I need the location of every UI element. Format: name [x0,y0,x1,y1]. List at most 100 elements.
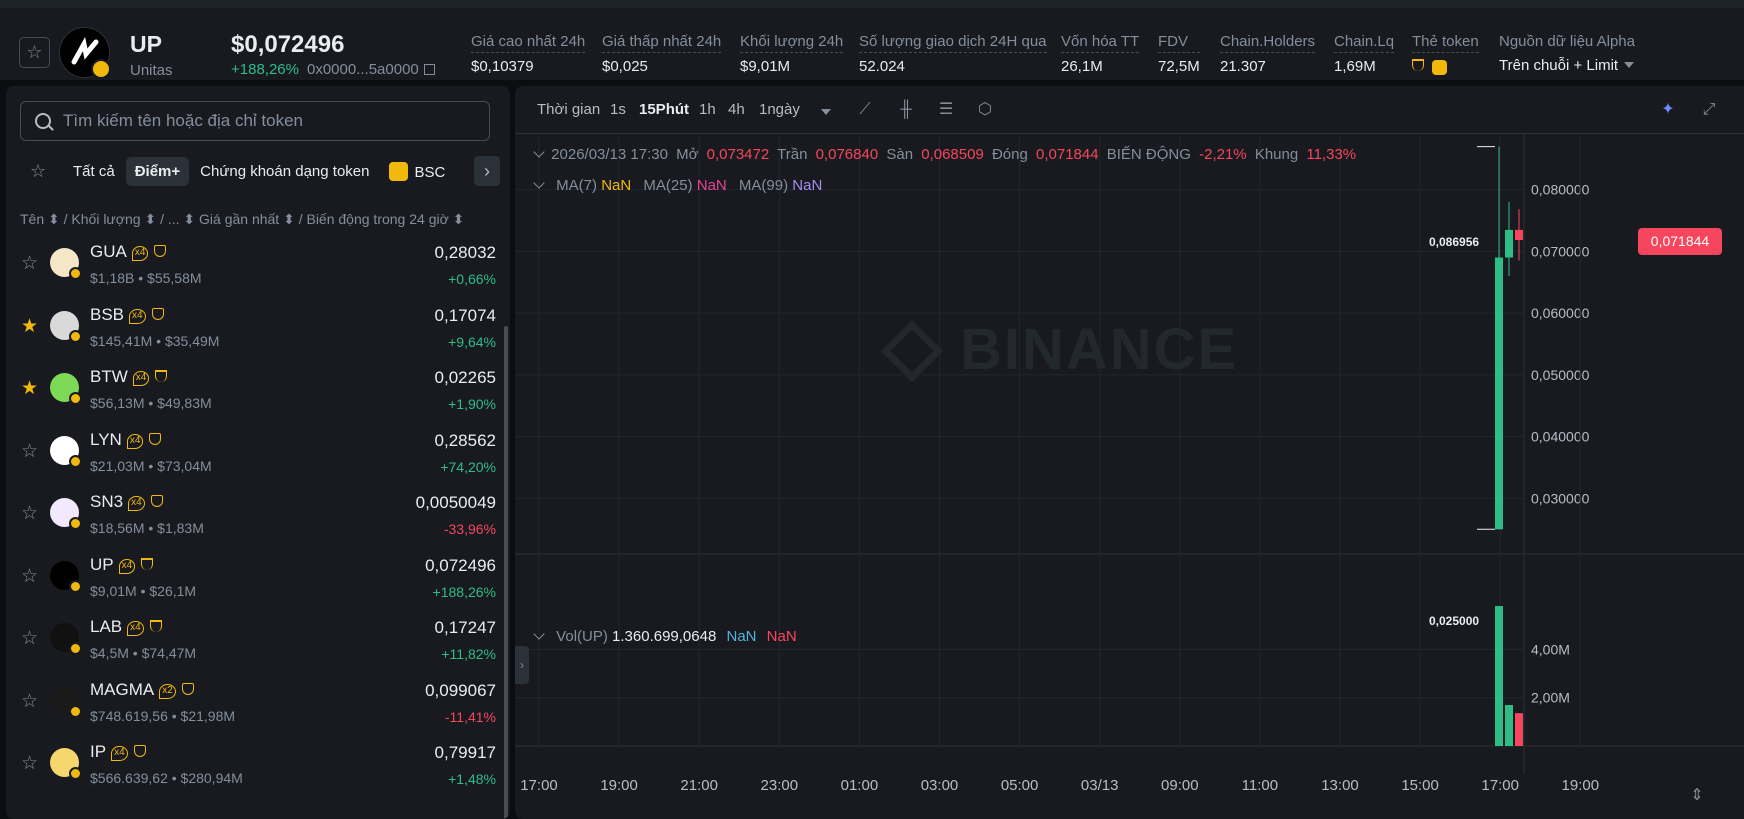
favorite-star-icon[interactable]: ☆ [21,502,38,525]
token-change: +1,48% [448,771,496,787]
favorite-star-icon[interactable]: ★ [21,377,38,400]
token-logo-icon [50,748,82,780]
token-row[interactable]: ☆ MAGMA x2 $748.619,56 • $21,98M 0,099067 -11… [6,672,496,735]
interval-1s[interactable]: 1s [610,101,626,118]
candle-body [1505,229,1513,258]
bnb-badge-icon [69,454,82,468]
x-tick-label: 05:00 [1001,777,1039,794]
bnb-badge-icon [69,767,82,780]
bsc-icon [389,161,409,181]
stat-chain-lq: Chain.Lq 1,69M [1334,33,1395,75]
stat-label: Giá thấp nhất 24h [602,33,722,53]
favorite-star-icon[interactable]: ☆ [21,252,38,275]
favorite-star-icon[interactable]: ☆ [21,565,38,588]
token-symbol-text: IP [90,742,107,761]
search-box[interactable] [20,101,490,141]
favorite-star-icon[interactable]: ★ [21,315,38,338]
stat-value: 52.024 [859,58,905,75]
fullscreen-icon[interactable]: ⤢ [1699,100,1719,120]
low-marker: 0,025000 [1429,614,1480,628]
ma25-label: MA(25) [643,177,693,194]
token-price: 0,17247 [434,618,496,637]
ma99-value: NaN [792,177,823,194]
token-change: +188,26% [432,583,496,600]
ohlc-low: 0,068509 [921,146,984,163]
favorite-star-icon[interactable]: ☆ [21,627,38,650]
favorite-star-icon[interactable]: ☆ [19,37,50,68]
token-change: -33,96% [443,521,496,537]
interval-15m[interactable]: 15Phút [639,101,689,118]
filter-tab-all[interactable]: Tất cả [64,157,124,186]
token-row[interactable]: ☆ SN3 x4 $18,56M • $1,83M 0,0050049 -33,96% [6,484,496,547]
stat-data-source[interactable]: Nguồn dữ liệu Alpha Trên chuỗi + Limit [1499,33,1635,74]
token-row[interactable]: ☆ GUA x4 $1,18B • $55,58M 0,28032 +0,66% [6,234,496,297]
interval-1d[interactable]: 1ngày [759,101,800,118]
x-tick-label: 17:00 [520,777,558,794]
filter-tab-points[interactable]: Điểm+ [125,156,190,186]
line-chart-icon[interactable]: ⟋ [855,100,875,120]
chevron-right-icon[interactable]: › [474,156,500,186]
token-row[interactable]: ☆ LYN x4 $21,03M • $73,04M 0,28562 +74,20% [6,422,496,485]
favorites-filter-star-icon[interactable]: ☆ [20,161,64,182]
token-logo-icon [50,373,82,405]
ma99-label: MA(99) [738,177,789,194]
token-address-text: 0x0000...5a0000 [307,61,419,78]
favorite-star-icon[interactable]: ☆ [21,690,38,713]
bnb-icon [1432,60,1447,75]
drawing-tools-toggle-icon[interactable]: › [515,646,529,684]
token-row[interactable]: ★ BSB x4 $145,41M • $35,49M 0,17074 +9,64% [6,297,496,360]
x-tick-label: 21:00 [680,777,718,794]
collapse-chevron-icon[interactable] [533,146,545,158]
token-change: +9,64% [448,333,496,350]
token-row[interactable]: ☆ LAB x4 $4,5M • $74,47M 0,17247 +11,82% [6,609,496,672]
multiplier-badge-icon: x4 [128,496,145,511]
expand-vertical-icon[interactable]: ⇕ [1687,786,1707,806]
candle-type-icon[interactable]: ╫ [896,100,916,120]
token-row[interactable]: ☆ UP x4 $9,01M • $26,1M 0,072496 +188,26% [6,547,496,610]
search-input[interactable] [63,102,483,140]
stat-value: $0,10379 [471,58,534,75]
stat-value: $9,01M [740,58,791,75]
interval-more-chevron-icon[interactable] [821,109,831,115]
column-headers[interactable]: Tên ⬍ / Khối lượng ⬍ / ... ⬍ Giá gần nhấ… [20,211,464,228]
token-price: 0,099067 [425,680,496,700]
stat-fdv: FDV 72,5M [1158,33,1200,75]
vol-label: Vol(UP) [556,628,608,645]
token-price: 0,17074 [434,305,496,325]
token-change: +1,90% [448,396,496,412]
y-tick-label: 0,080000 [1531,182,1590,198]
candlestick-chart[interactable]: 0,080000 0,070000 0,060000 0,050000 0,040000… [515,134,1744,819]
chevron-down-icon [1624,62,1635,68]
collapse-chevron-icon[interactable] [533,628,545,640]
interval-4h[interactable]: 4h [728,101,745,118]
favorite-star-icon[interactable]: ☆ [21,752,38,775]
token-row[interactable]: ☆ IP x4 $566.639,62 • $280,94M 0,79917 +1,48% [6,734,496,797]
token-list: ☆ GUA x4 $1,18B • $55,58M 0,28032 +0,66% ★ BSB x… [6,234,496,797]
volume-bar [1505,704,1513,746]
token-row[interactable]: ★ BTW x4 $56,13M • $49,83M 0,02265 +1,90% [6,359,496,422]
copy-icon[interactable] [423,64,435,75]
y-tick-label: 0,050000 [1531,367,1590,383]
token-logo-icon [50,685,82,718]
token-symbol: UP [130,31,162,57]
ai-sparkle-icon[interactable]: ✦ [1658,100,1678,120]
indicators-icon[interactable]: ☰ [936,100,956,120]
collapse-chevron-icon[interactable] [533,177,545,189]
data-source-value: Trên chuỗi + Limit [1499,57,1619,74]
list-scrollbar[interactable] [504,326,508,819]
interval-1h[interactable]: 1h [699,101,716,118]
ohlc-range-label: Khung [1254,146,1299,163]
stat-value: 72,5M [1158,58,1200,75]
favorite-star-icon[interactable]: ☆ [21,440,38,463]
settings-icon[interactable]: ⬡ [975,100,995,120]
trophy-icon [141,557,154,570]
x-tick-label: 01:00 [841,777,879,794]
filter-tab-tokenized-stocks[interactable]: Chứng khoán dạng token [191,157,378,186]
chart-toolbar: Thời gian 1s 15Phút 1h 4h 1ngày ⟋ ╫ ☰ ⬡ … [515,86,1744,134]
token-address[interactable]: 0x0000...5a0000 [307,61,435,78]
data-source-select[interactable]: Trên chuỗi + Limit [1499,57,1635,74]
ohlc-legend: 2026/03/13 17:30 Mở 0,073472 Trần 0,0768… [533,146,1360,163]
token-logo-icon [50,310,82,343]
token-logo-icon [50,248,82,280]
filter-tab-bsc[interactable]: BSC [380,156,454,187]
